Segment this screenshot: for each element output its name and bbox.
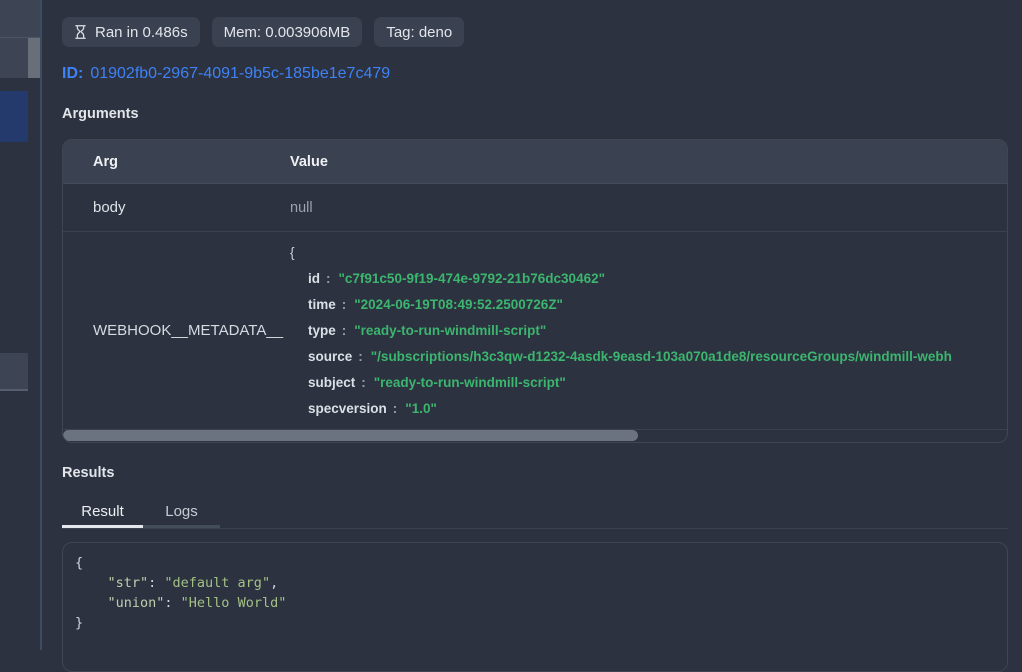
- json-object-viewer: { id: "c7f91c50-9f19-474e-9792-21b76dc304…: [285, 232, 1007, 429]
- tab-logs[interactable]: Logs: [143, 497, 220, 528]
- json-key[interactable]: type: [308, 323, 336, 338]
- results-section-title: Results: [62, 465, 1008, 483]
- code-punct: }: [75, 615, 83, 631]
- results-tabs: Result Logs: [62, 497, 1008, 529]
- json-entry: id: "c7f91c50-9f19-474e-9792-21b76dc30462…: [290, 266, 1007, 292]
- background-list-row: [0, 38, 28, 78]
- json-value: "c7f91c50-9f19-474e-9792-21b76dc30462": [339, 271, 606, 286]
- json-colon: :: [358, 349, 363, 364]
- tag-badge: Tag: deno: [374, 17, 464, 47]
- table-horizontal-scrollbar: [63, 430, 1007, 442]
- rail-scrollbar-thumb[interactable]: [28, 38, 40, 78]
- open-brace: {: [290, 240, 1007, 266]
- json-key[interactable]: subject: [308, 375, 355, 390]
- table-row-body-arg: body null: [63, 184, 1007, 232]
- json-colon: :: [326, 271, 331, 286]
- code-punct: :: [164, 595, 180, 611]
- json-value: "/subscriptions/h3c3qw-d1232-4asdk-9easd…: [371, 349, 952, 364]
- json-value: "1.0": [405, 401, 437, 416]
- code-open-brace: {: [75, 553, 995, 573]
- json-entry: specversion: "1.0": [290, 396, 1007, 422]
- code-entry: "str": "default arg",: [75, 573, 995, 593]
- code-punct: ,: [270, 575, 278, 591]
- result-json-panel: { "str": "default arg", "union": "Hello …: [62, 542, 1008, 672]
- arg-name: body: [63, 199, 285, 216]
- memory-badge: Mem: 0.003906MB: [212, 17, 363, 47]
- hourglass-icon: [74, 24, 87, 40]
- selected-run-indicator[interactable]: [0, 91, 28, 142]
- arguments-section-title: Arguments: [62, 106, 1008, 124]
- background-list-row: [0, 0, 40, 38]
- json-value: "2024-06-19T08:49:52.2500726Z": [354, 297, 563, 312]
- code-punct: :: [148, 575, 164, 591]
- json-colon: :: [342, 297, 347, 312]
- code-key: "union": [108, 595, 165, 611]
- json-value: "ready-to-run-windmill-script": [374, 375, 566, 390]
- run-time-badge: Ran in 0.486s: [62, 17, 200, 47]
- tab-result[interactable]: Result: [62, 497, 143, 528]
- code-entry: "union": "Hello World": [75, 593, 995, 613]
- code-close-brace: }: [75, 613, 995, 633]
- tag-label: Tag: deno: [386, 24, 452, 41]
- code-string: "default arg": [164, 575, 270, 591]
- job-id-value[interactable]: 01902fb0-2967-4091-9b5c-185be1e7c479: [90, 65, 390, 83]
- json-key[interactable]: id: [308, 271, 320, 286]
- json-key[interactable]: specversion: [308, 401, 387, 416]
- json-entry: time: "2024-06-19T08:49:52.2500726Z": [290, 292, 1007, 318]
- json-entry: type: "ready-to-run-windmill-script": [290, 318, 1007, 344]
- arg-name: WEBHOOK__METADATA__: [63, 322, 285, 339]
- table-row-webhook-metadata: WEBHOOK__METADATA__ { id: "c7f91c50-9f19-…: [63, 232, 1007, 430]
- run-detail-panel: Ran in 0.486s Mem: 0.003906MB Tag: deno …: [62, 0, 1008, 672]
- json-key[interactable]: time: [308, 297, 336, 312]
- code-key: "str": [108, 575, 149, 591]
- panel-divider: [40, 0, 42, 650]
- json-entry: subject: "ready-to-run-windmill-script": [290, 370, 1007, 396]
- code-punct: {: [75, 555, 83, 571]
- code-string: "Hello World": [181, 595, 287, 611]
- arguments-table: Arg Value body null WEBHOOK__METADATA__ …: [62, 139, 1008, 443]
- json-key[interactable]: source: [308, 349, 352, 364]
- job-id-label: ID:: [62, 65, 83, 83]
- run-time-label: Ran in 0.486s: [95, 24, 188, 41]
- background-left-rail: [0, 0, 41, 650]
- job-id-line: ID: 01902fb0-2967-4091-9b5c-185be1e7c479: [62, 63, 1008, 84]
- background-list-row: [0, 353, 28, 391]
- json-colon: :: [393, 401, 398, 416]
- column-header-arg: Arg: [63, 154, 285, 170]
- horizontal-scrollbar-thumb[interactable]: [63, 430, 638, 441]
- json-entry: source: "/subscriptions/h3c3qw-d1232-4asd…: [290, 344, 1007, 370]
- run-stats-badges: Ran in 0.486s Mem: 0.003906MB Tag: deno: [62, 17, 1008, 47]
- json-colon: :: [361, 375, 366, 390]
- column-header-value: Value: [285, 154, 1007, 170]
- json-colon: :: [342, 323, 347, 338]
- arg-value-null: null: [285, 200, 1007, 216]
- json-value: "ready-to-run-windmill-script": [354, 323, 546, 338]
- memory-label: Mem: 0.003906MB: [224, 24, 351, 41]
- arguments-table-header: Arg Value: [63, 140, 1007, 184]
